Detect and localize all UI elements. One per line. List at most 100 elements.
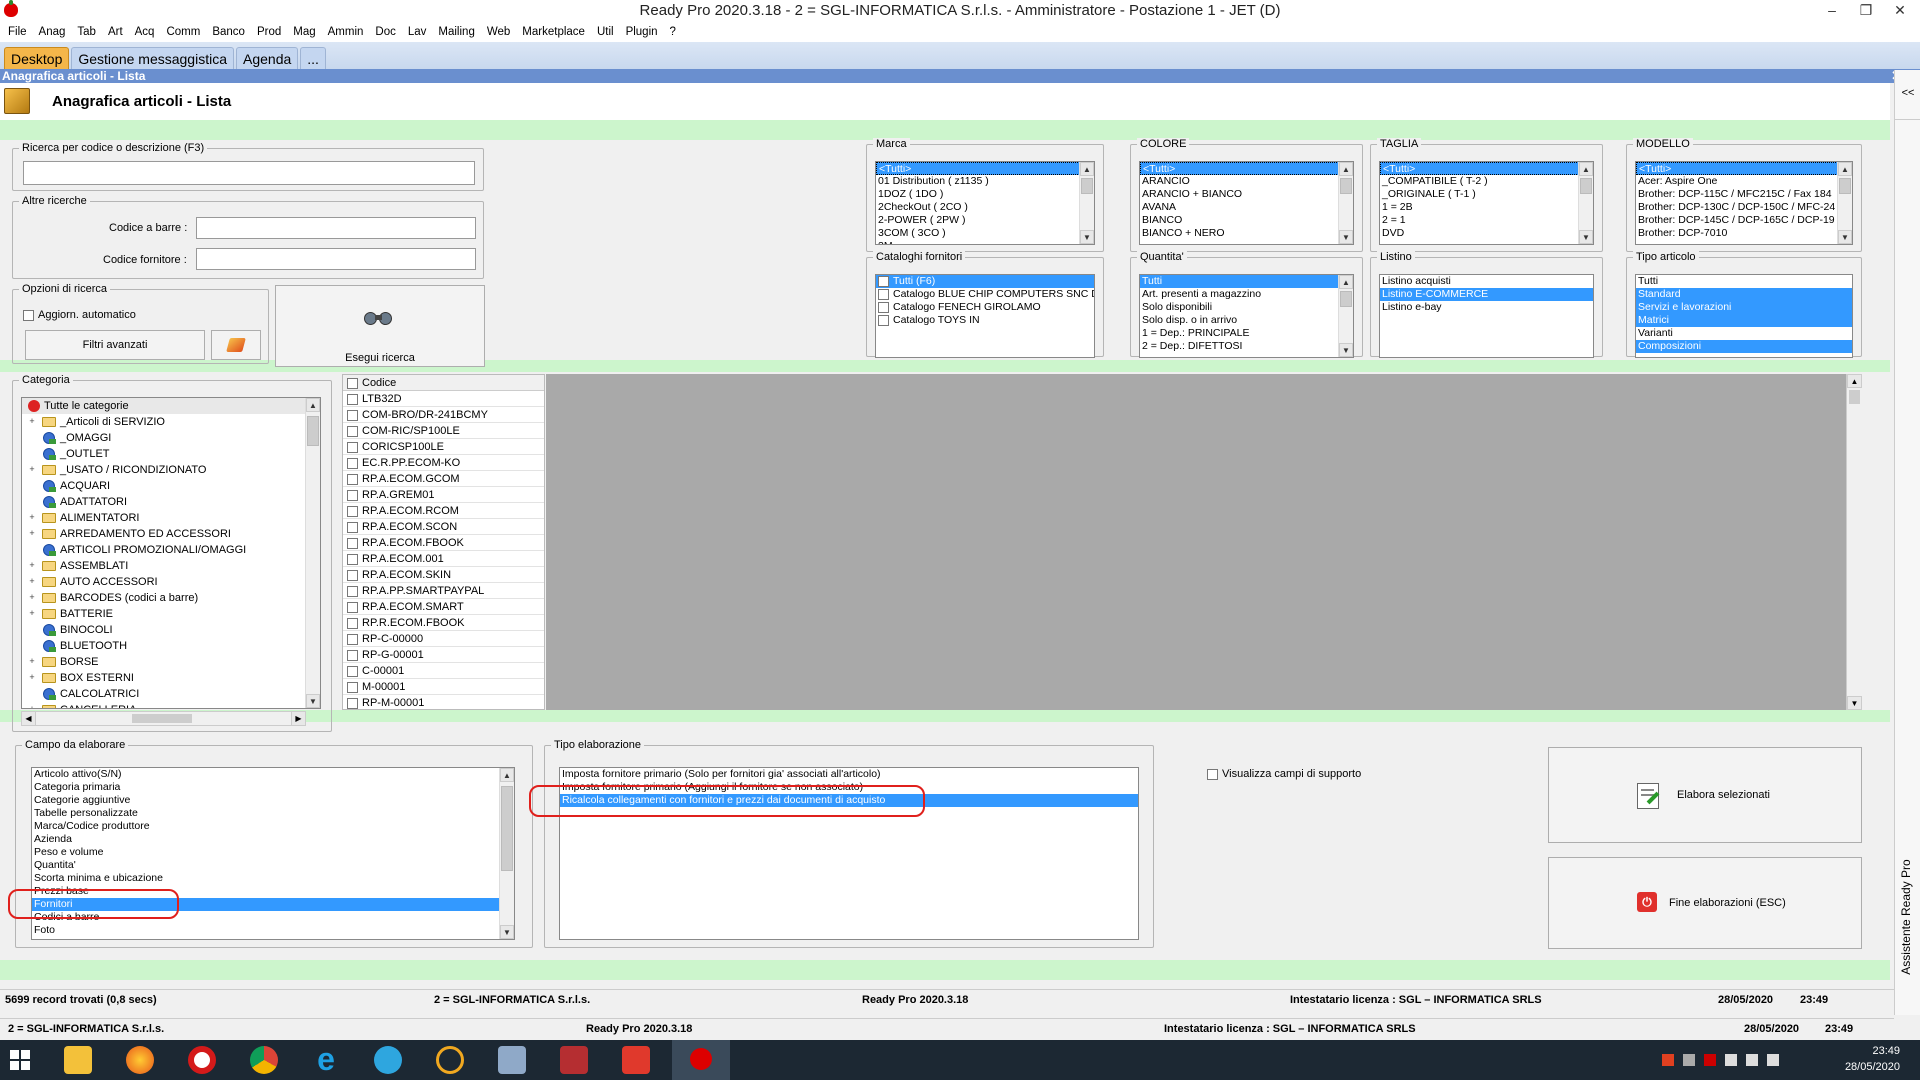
process-selected-button[interactable]: Elabora selezionati [1548,747,1862,843]
field-option[interactable]: Azienda [32,833,514,846]
grid-row[interactable]: LTB32D [343,391,544,407]
grid-row[interactable]: COM-RIC/SP100LE [343,423,544,439]
menu-item-plugin[interactable]: Plugin [622,26,666,38]
category-tree[interactable]: Tutte le categorie + _Articoli di SERVIZIO… [21,397,321,709]
filter-list-marca[interactable]: <Tutti> 01 Distribution ( z1135 ) 1DOZ ( 1… [875,161,1095,245]
field-option[interactable]: Categorie aggiuntive [32,794,514,807]
category-item[interactable]: _OMAGGI [22,430,320,446]
clock-date[interactable]: 28/05/2020 [1830,1061,1900,1073]
expand-icon[interactable]: + [28,529,36,538]
category-item[interactable]: + BATTERIE [22,606,320,622]
telegram-icon[interactable] [374,1046,402,1074]
expand-icon[interactable]: + [28,705,36,709]
end-processing-button[interactable]: ⏻ Fine elaborazioni (ESC) [1548,857,1862,949]
category-item[interactable]: + _Articoli di SERVIZIO [22,414,320,430]
filter-option[interactable]: _COMPATIBILE ( T-2 ) [1380,175,1593,188]
grid-row[interactable]: RP-C-00000 [343,631,544,647]
file-explorer-icon[interactable] [64,1046,92,1074]
filter-option[interactable]: Brother: DCP-130C / DCP-150C / MFC-24 [1636,201,1852,214]
menu-item-file[interactable]: File [4,26,35,38]
field-option[interactable]: Scorta minima e ubicazione [32,872,514,885]
category-item[interactable]: _OUTLET [22,446,320,462]
filter-list-cataloghi[interactable]: Tutti (F6) Catalogo BLUE CHIP COMPUTERS S… [875,274,1095,358]
filter-option[interactable]: Brother: DCP-115C / MFC215C / Fax 184 [1636,188,1852,201]
category-item[interactable]: + ALIMENTATORI [22,510,320,526]
row-checkbox[interactable] [347,521,358,533]
grid-row[interactable]: RP.A.ECOM.GCOM [343,471,544,487]
thunderbird-mail-icon[interactable] [436,1046,464,1074]
menu-item-anag[interactable]: Anag [35,26,74,38]
filter-option[interactable]: Composizioni [1636,340,1852,353]
ready-pro-taskbar-active[interactable] [672,1040,730,1080]
category-item[interactable]: CALCOLATRICI [22,686,320,702]
tab-desktop[interactable]: Desktop [4,47,70,69]
grid-row[interactable]: RP.A.ECOM.SMART [343,599,544,615]
supplier-code-input[interactable] [196,248,476,270]
windows-start-icon[interactable] [10,1050,30,1070]
filter-option[interactable]: AVANA [1140,201,1353,214]
catalog-checkbox[interactable] [878,288,889,300]
row-checkbox[interactable] [347,569,358,581]
filter-option[interactable]: 3COM ( 3CO ) [876,227,1094,240]
field-option[interactable]: Peso e volume [32,846,514,859]
row-checkbox[interactable] [347,681,358,693]
row-checkbox[interactable] [347,585,358,597]
row-checkbox[interactable] [347,697,358,709]
execute-search-button[interactable]: Esegui ricerca [275,285,485,367]
chrome-icon[interactable] [250,1046,278,1074]
barcode-input[interactable] [196,217,476,239]
expand-icon[interactable]: + [28,673,36,682]
menu-item-mailing[interactable]: Mailing [434,26,482,38]
filter-option[interactable]: 2 = 1 [1380,214,1593,227]
articles-grid-scrollbar[interactable]: ▲ ▼ [1846,374,1862,710]
filter-option[interactable]: Tutti [1140,275,1353,288]
filter-scrollbar[interactable]: ▲ ▼ [1578,162,1593,244]
menu-item-mag[interactable]: Mag [289,26,323,38]
clock-time[interactable]: 23:49 [1830,1045,1900,1057]
filter-option[interactable]: Catalogo BLUE CHIP COMPUTERS SNC DI FIE [876,288,1094,301]
filter-option[interactable]: 1 = Dep.: PRINCIPALE [1140,327,1353,340]
category-item[interactable]: + CANCELLERIA [22,702,320,709]
grid-row[interactable]: M-00001 [343,679,544,695]
search-input[interactable] [23,161,475,185]
expand-icon[interactable]: + [28,657,36,666]
support-fields-checkbox[interactable]: Visualizza campi di supporto [1207,768,1361,780]
filter-option[interactable]: <Tutti> [1380,162,1593,175]
filter-list-modello[interactable]: <Tutti> Acer: Aspire One Brother: DCP-115C… [1635,161,1853,245]
category-item[interactable]: + BOX ESTERNI [22,670,320,686]
filter-option[interactable]: 01 Distribution ( z1135 ) [876,175,1094,188]
filter-option[interactable]: ARANCIO [1140,175,1353,188]
row-checkbox[interactable] [347,665,358,677]
row-checkbox[interactable] [347,601,358,613]
grid-row[interactable]: COM-BRO/DR-241BCMY [343,407,544,423]
system-tray-icons[interactable] [1662,1054,1802,1068]
firefox-icon[interactable] [126,1046,154,1074]
field-option[interactable]: Categoria primaria [32,781,514,794]
filter-option[interactable]: Listino acquisti [1380,275,1593,288]
menu-item-doc[interactable]: Doc [371,26,403,38]
category-item[interactable]: + BORSE [22,654,320,670]
grid-row[interactable]: RP.A.PP.SMARTPAYPAL [343,583,544,599]
filter-option[interactable]: ARANCIO + BIANCO [1140,188,1353,201]
filter-option[interactable]: Catalogo FENECH GIROLAMO [876,301,1094,314]
catalog-checkbox[interactable] [878,314,889,326]
field-option[interactable]: Marca/Codice produttore [32,820,514,833]
grid-row[interactable]: RP.A.GREM01 [343,487,544,503]
field-option[interactable]: Quantita' [32,859,514,872]
filter-option[interactable]: <Tutti> [1140,162,1353,175]
grid-row[interactable]: RP.A.ECOM.SCON [343,519,544,535]
grid-row[interactable]: RP.A.ECOM.FBOOK [343,535,544,551]
filter-option[interactable]: 1 = 2B [1380,201,1593,214]
catalog-checkbox[interactable] [878,275,889,287]
articles-code-grid[interactable]: Codice LTB32D COM-BRO/DR-241BCMY COM-RIC/SP… [342,374,545,710]
grid-row[interactable]: RP.A.ECOM.SKIN [343,567,544,583]
row-checkbox[interactable] [347,473,358,485]
filter-list-colore[interactable]: <Tutti> ARANCIO ARANCIO + BIANCO AVANA BIANC… [1139,161,1354,245]
expand-icon[interactable]: + [28,609,36,618]
menu-item-banco[interactable]: Banco [208,26,253,38]
anydesk-icon[interactable] [622,1046,650,1074]
category-item[interactable]: ACQUARI [22,478,320,494]
grid-row[interactable]: RP.A.ECOM.001 [343,551,544,567]
category-item[interactable]: + BARCODES (codici a barre) [22,590,320,606]
filter-option[interactable]: Servizi e lavorazioni [1636,301,1852,314]
